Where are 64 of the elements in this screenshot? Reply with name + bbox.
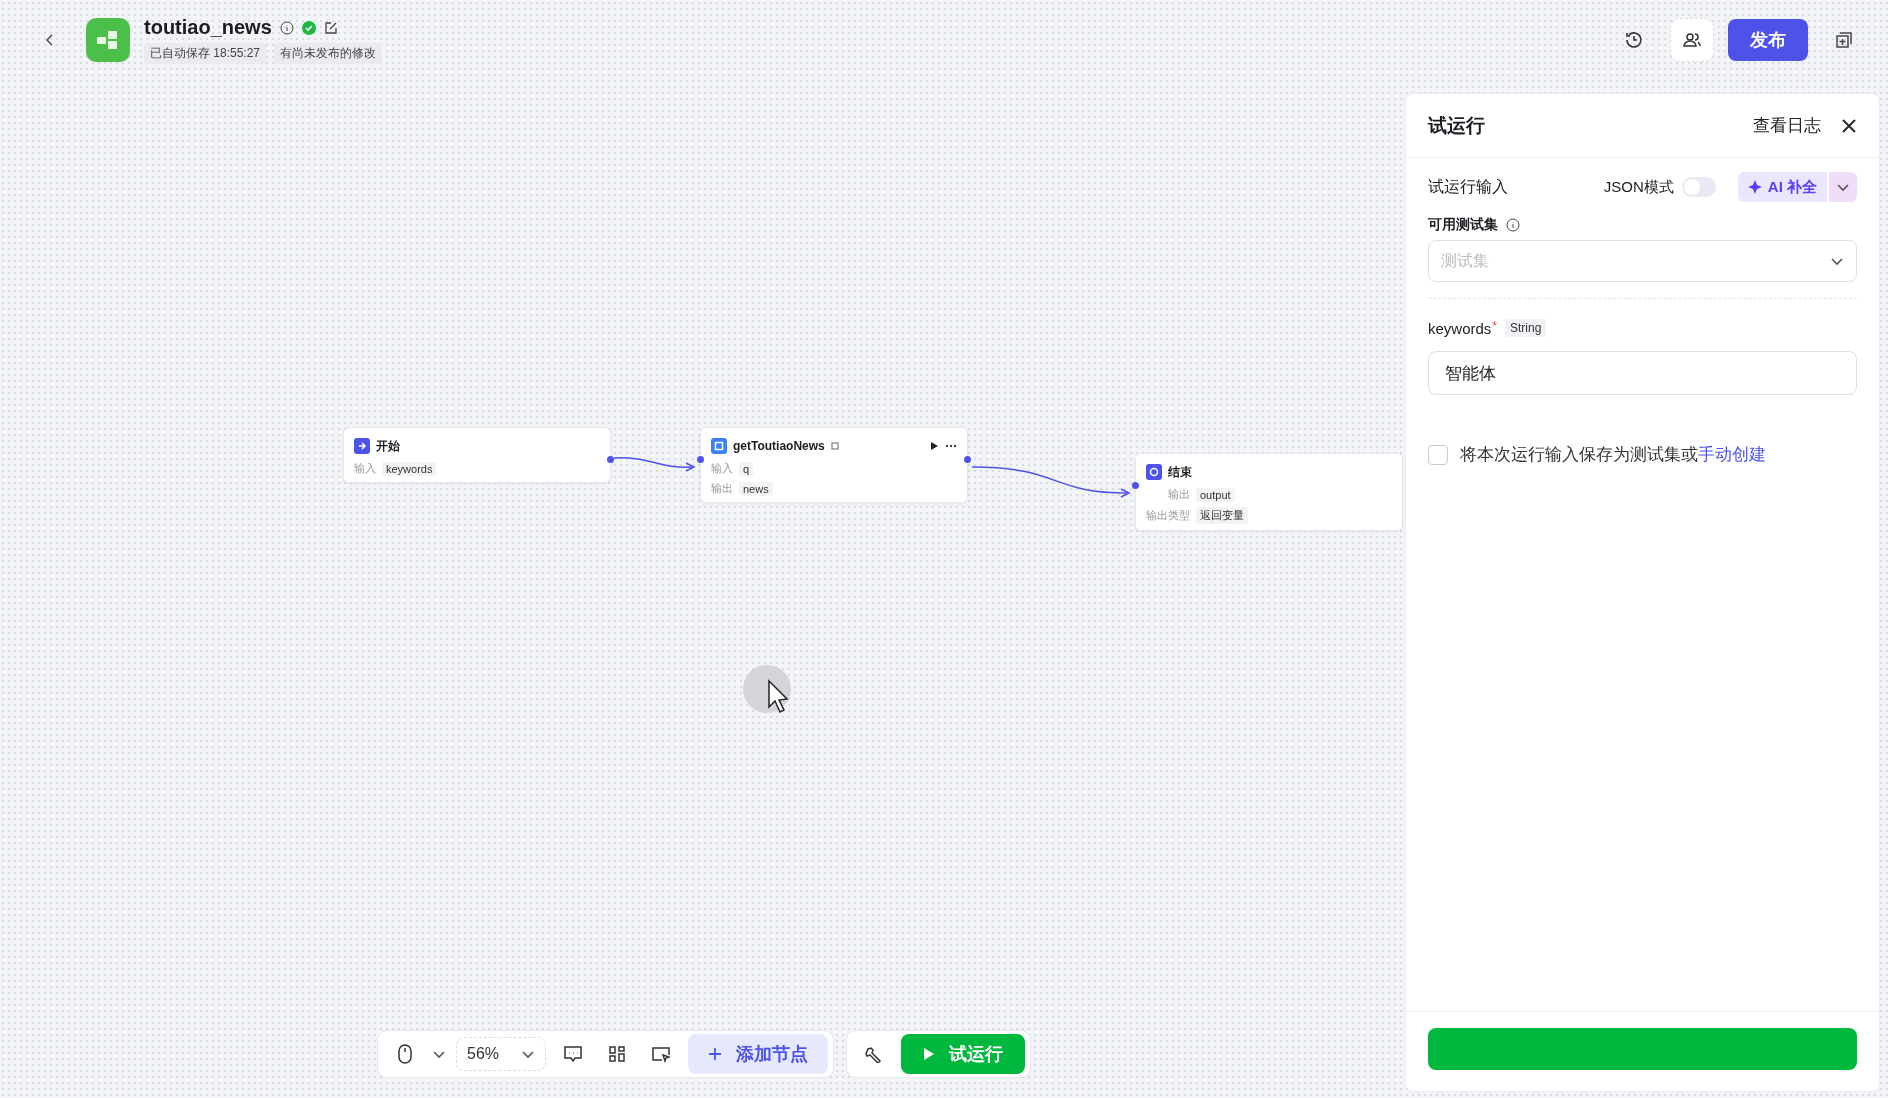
variable-tag: output (1196, 487, 1235, 502)
view-log-link[interactable]: 查看日志 (1753, 114, 1821, 137)
zoom-select[interactable]: 56% (456, 1037, 546, 1071)
row-label: 输出类型 (1146, 508, 1190, 523)
row-label: 输入 (354, 461, 376, 476)
play-icon (923, 1047, 935, 1061)
row-label: 输出 (1168, 487, 1190, 502)
add-node-button[interactable]: 添加节点 (688, 1034, 828, 1074)
wrench-icon (865, 1045, 883, 1063)
testset-label: 可用测试集 (1428, 216, 1498, 234)
row-label: 输入 (711, 461, 733, 476)
history-icon (1624, 30, 1644, 50)
check-circle-icon (301, 20, 316, 35)
info-icon[interactable] (279, 20, 294, 35)
variable-tag: q (739, 461, 754, 476)
input-port[interactable] (1132, 482, 1139, 489)
variable-tag: 返回变量 (1196, 507, 1248, 524)
play-icon[interactable] (929, 441, 939, 451)
autosave-status: 已自动保存 18:55:27 (144, 43, 267, 64)
unpublished-status: 有尚未发布的修改 (274, 43, 383, 64)
sparkle-icon (1747, 180, 1762, 194)
node-title: 开始 (376, 437, 400, 455)
workflow-node[interactable]: 开始 输入 keywords (343, 427, 611, 483)
add-copy-icon (1834, 30, 1854, 50)
variable-tag: news (739, 481, 773, 496)
node-type-icon (1146, 464, 1162, 480)
node-type-icon (354, 438, 370, 454)
manual-create-link[interactable]: 手动创建 (1698, 445, 1766, 464)
workflow-node[interactable]: getToutiaoNews 输入 q 输出 news (700, 427, 968, 503)
node-title: 结束 (1168, 463, 1192, 481)
plus-icon (708, 1047, 722, 1061)
section-title: 试运行输入 (1428, 176, 1508, 197)
output-port[interactable] (964, 456, 971, 463)
ai-options-button[interactable] (1829, 172, 1857, 202)
edit-icon[interactable] (323, 20, 338, 35)
users-icon (1682, 30, 1702, 50)
keywords-input[interactable]: 智能体 (1428, 351, 1857, 395)
ai-complete-button[interactable]: AI 补全 (1737, 172, 1827, 202)
workflow-node[interactable]: 结束 输出 output 输出类型 返回变量 (1135, 453, 1403, 531)
row-label: 输出 (711, 481, 733, 496)
input-port[interactable] (697, 456, 704, 463)
info-icon[interactable] (1506, 218, 1520, 232)
more-icon[interactable] (945, 444, 957, 448)
collaborators-button[interactable] (1670, 18, 1714, 62)
app-logo (86, 18, 130, 62)
node-title: getToutiaoNews (733, 439, 825, 453)
comment-icon (563, 1045, 583, 1063)
plugin-icon (830, 442, 839, 450)
workflow-title: toutiao_news (144, 16, 272, 39)
close-icon[interactable] (1841, 117, 1857, 134)
mouse-icon (398, 1044, 412, 1064)
publish-button[interactable]: 发布 (1728, 19, 1808, 61)
panel-title: 试运行 (1428, 113, 1485, 138)
variable-tag: keywords (382, 461, 437, 476)
required-mark: * (1492, 319, 1498, 333)
parameter-name: keywords (1428, 319, 1492, 337)
save-testset-checkbox[interactable] (1428, 444, 1448, 465)
grid-icon (608, 1045, 626, 1063)
output-port[interactable] (607, 456, 614, 463)
node-type-icon (711, 438, 727, 454)
save-testset-label: 将本次运行输入保存为测试集或手动创建 (1460, 444, 1766, 466)
screen-pointer-icon (651, 1045, 671, 1063)
parameter-type: String (1505, 319, 1547, 337)
json-mode-label: JSON模式 (1603, 177, 1674, 197)
